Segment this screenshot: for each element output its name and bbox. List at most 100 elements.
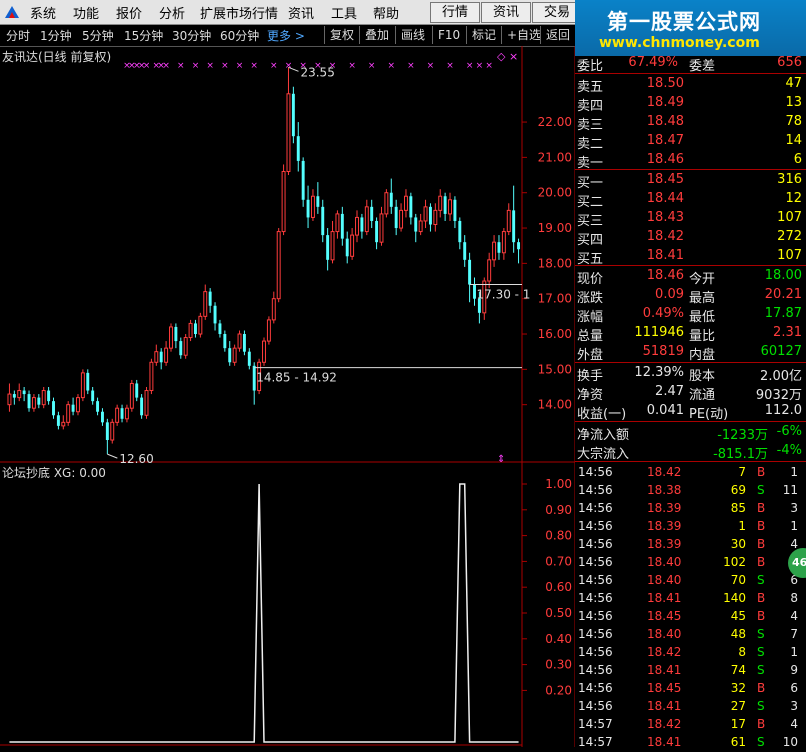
candle-body bbox=[266, 319, 271, 342]
candle-body bbox=[448, 199, 452, 215]
candle-body bbox=[76, 397, 80, 413]
tick-bs: S bbox=[757, 699, 765, 713]
tick-bs: B bbox=[757, 717, 766, 731]
sell-price: 18.50 bbox=[646, 76, 684, 91]
tick-count: 4 bbox=[790, 717, 798, 731]
candle-body bbox=[213, 305, 217, 324]
candle-body bbox=[340, 213, 344, 239]
kline-chart[interactable]: ××××× ××× × × × × × × × × × × × × × × × × × × × × 22.0021.002… bbox=[0, 0, 575, 747]
candle-body bbox=[154, 351, 159, 363]
fund-label: 净资 bbox=[577, 388, 604, 403]
candle-body bbox=[129, 382, 134, 409]
sell-price: 18.46 bbox=[646, 152, 684, 167]
candle-body bbox=[418, 220, 423, 233]
tick-row: 14:56 18.40 48 S 7 bbox=[575, 626, 806, 644]
pane-close-icon: × bbox=[509, 50, 518, 63]
tick-time: 14:56 bbox=[578, 591, 613, 605]
axis-label: 16.00 bbox=[538, 327, 572, 341]
sep-stats-fund bbox=[575, 362, 806, 363]
candle-body bbox=[433, 209, 438, 226]
pane-resize-icon: ⇕ bbox=[497, 454, 505, 465]
weicha-label: 委差 bbox=[689, 59, 716, 74]
buy-price: 18.43 bbox=[646, 210, 684, 225]
tick-price: 18.39 bbox=[647, 519, 682, 533]
candle-body bbox=[271, 298, 276, 321]
stat-row: 涨跌 0.09 最高 20.21 bbox=[575, 286, 806, 306]
sep-sell-buy bbox=[575, 169, 806, 170]
candle-body bbox=[110, 421, 115, 441]
watermark-url: www.chnmoney.com bbox=[599, 35, 760, 51]
candle-body bbox=[458, 220, 462, 243]
stat-value: 0.09 bbox=[655, 287, 684, 302]
candle-body bbox=[183, 337, 188, 356]
sell-row: 卖五 18.50 47 bbox=[575, 75, 806, 95]
buy-volume: 12 bbox=[785, 191, 802, 206]
stat-value-2: 17.87 bbox=[764, 306, 802, 321]
sell-label: 卖五 bbox=[577, 80, 604, 95]
ind-axis-label: 0.40 bbox=[545, 632, 572, 646]
candle-body bbox=[443, 196, 447, 214]
candle-body bbox=[144, 390, 149, 416]
stat-label: 涨幅 bbox=[577, 310, 604, 325]
buy-label: 买三 bbox=[577, 214, 604, 229]
stat-label-2: 今开 bbox=[689, 272, 716, 287]
tick-bs: S bbox=[757, 663, 765, 677]
buy-price: 18.45 bbox=[646, 172, 684, 187]
tick-row: 14:56 18.39 85 B 3 bbox=[575, 500, 806, 518]
signal-mark: × bbox=[407, 61, 415, 71]
tick-volume: 45 bbox=[730, 609, 746, 623]
sell-label: 卖四 bbox=[577, 99, 604, 114]
buy-row: 买二 18.44 12 bbox=[575, 190, 806, 210]
signal-mark: × bbox=[177, 61, 185, 71]
tick-price: 18.41 bbox=[647, 699, 682, 713]
tick-row: 14:57 18.41 61 S 10 bbox=[575, 734, 806, 752]
candle-body bbox=[86, 372, 90, 391]
buy-row: 买四 18.42 272 bbox=[575, 228, 806, 248]
candle-body bbox=[316, 196, 320, 207]
signal-mark: × bbox=[221, 61, 229, 71]
tick-volume: 102 bbox=[723, 555, 746, 569]
tick-bs: S bbox=[757, 627, 765, 641]
candle-body bbox=[296, 136, 300, 161]
stat-value-2: 20.21 bbox=[764, 287, 802, 302]
tick-bs: B bbox=[757, 537, 766, 551]
candle-body bbox=[218, 323, 222, 335]
sell-label: 卖二 bbox=[577, 137, 604, 152]
tick-time: 14:56 bbox=[578, 555, 613, 569]
candle-body bbox=[463, 242, 467, 260]
candle-body bbox=[247, 351, 251, 366]
sell-row: 卖一 18.46 6 bbox=[575, 151, 806, 171]
axis-label: 20.00 bbox=[538, 186, 572, 200]
candle-body bbox=[330, 231, 335, 261]
candle-body bbox=[355, 216, 359, 236]
tick-volume: 32 bbox=[730, 681, 746, 695]
stat-label: 总量 bbox=[577, 329, 604, 344]
candle-body bbox=[140, 397, 144, 416]
tick-price: 18.42 bbox=[647, 717, 682, 731]
tick-price: 18.45 bbox=[647, 681, 682, 695]
tick-count: 1 bbox=[790, 519, 798, 533]
signal-mark: × bbox=[476, 61, 484, 71]
candle-body bbox=[286, 93, 291, 173]
tick-row: 14:56 18.38 69 S 11 bbox=[575, 482, 806, 500]
sell-row: 卖四 18.49 13 bbox=[575, 94, 806, 114]
tick-volume: 69 bbox=[730, 483, 746, 497]
candle-body bbox=[100, 411, 104, 423]
tick-price: 18.39 bbox=[647, 537, 682, 551]
stat-label: 现价 bbox=[577, 272, 604, 287]
tick-row: 14:56 18.40 70 S 6 bbox=[575, 572, 806, 590]
tick-volume: 30 bbox=[730, 537, 746, 551]
candle-body bbox=[237, 333, 242, 349]
ind-axis-label: 0.60 bbox=[545, 580, 572, 594]
signal-mark: × bbox=[466, 61, 474, 71]
tick-count: 3 bbox=[790, 699, 798, 713]
candle-body bbox=[428, 206, 432, 225]
stat-row: 现价 18.46 今开 18.00 bbox=[575, 267, 806, 287]
stat-label-2: 最高 bbox=[689, 291, 716, 306]
flow-value: -815.1万 bbox=[713, 447, 768, 462]
signal-mark: × bbox=[485, 61, 493, 71]
candle-body bbox=[345, 238, 349, 257]
candle-body bbox=[22, 390, 26, 395]
pane-marker-icon: ◇ bbox=[497, 50, 506, 63]
indicator-axis: 1.00 0.90 0.80 0.70 0.60 0.50 0.40 0.30 0.20 bbox=[522, 477, 572, 697]
